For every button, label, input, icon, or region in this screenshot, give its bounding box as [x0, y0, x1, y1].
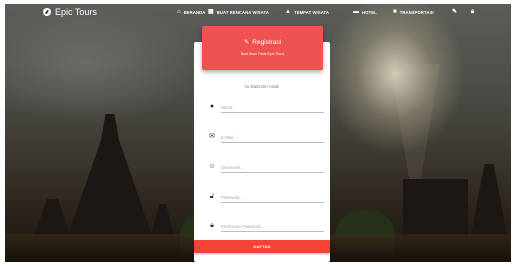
brand-link[interactable]: Epic Tours — [43, 7, 97, 17]
name-input[interactable] — [221, 103, 324, 113]
registration-header: ✎ Registrasi Buat Akun Pada Epic Tours — [202, 26, 323, 70]
bed-icon: ▬ — [353, 9, 360, 15]
daftar-button[interactable]: DAFTAR — [194, 240, 330, 253]
header-subtitle: Buat Akun Pada Epic Tours — [240, 52, 285, 56]
registration-card: Isi Data Diri Anda ● ✉ ☺ 🔓︎ 🔒︎ DAFTAR — [194, 42, 330, 262]
nav-item-label: HOTEL — [362, 9, 377, 15]
confirm-password-field: 🔒︎ — [208, 221, 326, 233]
nav-item-tempat-wisata[interactable]: ▲ TEMPAT WISATA — [285, 9, 329, 15]
calendar-icon: ▦ — [208, 9, 214, 15]
background-image: Epic Tours ⌂ BERANDA ▦ BUAT RENCANA WISA… — [5, 4, 511, 262]
username-field: ☺ — [208, 162, 326, 174]
header-title-row: ✎ Registrasi — [202, 38, 323, 47]
brand-name: Epic Tours — [55, 7, 97, 17]
password-field: 🔓︎ — [208, 192, 326, 204]
nav-item-label: BUAT RENCANA WISATA — [216, 9, 270, 15]
nav-item-label: TEMPAT WISATA — [294, 9, 329, 15]
nav-item-buat-rencana-wisata[interactable]: ▦ BUAT RENCANA WISATA — [208, 9, 269, 15]
lock-icon: 🔒︎ — [471, 9, 475, 15]
home-icon: ⌂ — [177, 9, 181, 15]
confirm-password-input[interactable] — [221, 222, 324, 232]
form-caption: Isi Data Diri Anda — [245, 84, 279, 89]
temple-silhouette — [65, 114, 155, 244]
nav-item-hotel[interactable]: ▬ HOTEL — [353, 9, 377, 15]
lock-icon: 🔒︎ — [210, 222, 214, 229]
user-icon: ● — [209, 103, 215, 110]
header-title: Registrasi — [252, 38, 282, 46]
email-field: ✉ — [208, 132, 326, 144]
bus-icon: ■ — [393, 9, 397, 15]
lock-open-icon: 🔓︎ — [209, 193, 215, 200]
nav-item-register[interactable]: ✎ — [452, 9, 457, 15]
edit-icon: ✎ — [243, 39, 250, 46]
pencil-icon: ✎ — [452, 9, 458, 15]
nav-item-label: BERANDA — [183, 9, 206, 15]
face-icon: ☺ — [208, 163, 216, 170]
landscape-icon: ▲ — [285, 9, 292, 15]
password-input[interactable] — [221, 193, 324, 203]
username-input[interactable] — [221, 163, 324, 173]
nav-item-label: TRANSPORTASI — [399, 9, 434, 15]
nav-item-beranda[interactable]: ⌂ BERANDA — [177, 9, 205, 15]
email-input[interactable] — [221, 133, 324, 143]
email-icon: ✉ — [209, 133, 215, 140]
name-field: ● — [208, 102, 326, 114]
nav-item-transportasi[interactable]: ■ TRANSPORTASI — [393, 9, 434, 15]
compass-icon — [43, 8, 51, 16]
nav-item-login[interactable]: 🔒︎ — [471, 9, 474, 15]
navbar: Epic Tours ⌂ BERANDA ▦ BUAT RENCANA WISA… — [5, 4, 511, 22]
